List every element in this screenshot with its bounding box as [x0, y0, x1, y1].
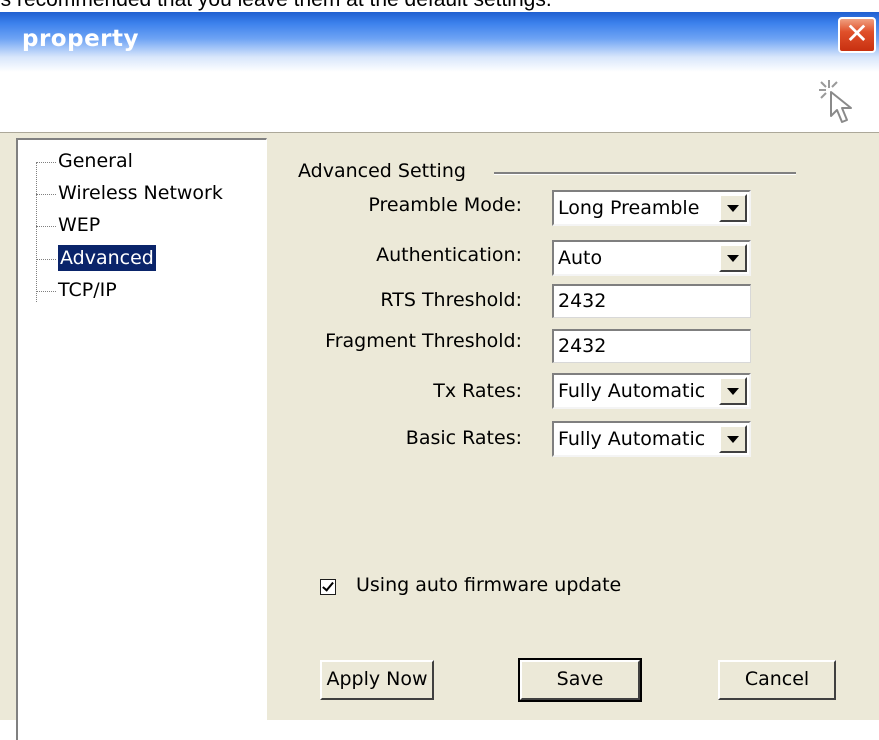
basic-rates-label: Basic Rates:: [405, 427, 522, 449]
header-banner: [0, 72, 879, 133]
tree-branch: [36, 291, 56, 292]
chevron-down-icon[interactable]: [719, 377, 747, 405]
preamble-mode-value: Long Preamble: [558, 197, 700, 219]
auto-firmware-label[interactable]: Using auto firmware update: [356, 574, 621, 596]
chevron-down-icon[interactable]: [719, 425, 747, 453]
authentication-label: Authentication:: [376, 244, 522, 266]
basic-rates-value: Fully Automatic: [558, 428, 706, 450]
property-dialog: property ✕ General Wireless Network WEP …: [0, 12, 879, 740]
page-caption: is recommended that you leave them at th…: [0, 0, 552, 12]
tree-branch: [36, 226, 56, 227]
cursor-click-icon: [819, 80, 852, 123]
close-icon: ✕: [845, 17, 869, 50]
close-button[interactable]: ✕: [838, 17, 876, 53]
tree-item-general[interactable]: General: [58, 148, 133, 174]
tree-branch: [36, 194, 56, 195]
chevron-down-icon[interactable]: [719, 194, 747, 222]
auto-firmware-checkbox[interactable]: [320, 579, 336, 595]
tree-branch: [36, 259, 56, 260]
fragment-threshold-input[interactable]: 2432: [552, 329, 751, 363]
cancel-button[interactable]: Cancel: [718, 660, 836, 700]
group-divider: [494, 172, 796, 175]
tree-item-wep[interactable]: WEP: [58, 212, 100, 238]
authentication-value: Auto: [558, 247, 603, 269]
title-bar[interactable]: property ✕: [0, 12, 879, 72]
preamble-mode-label: Preamble Mode:: [368, 194, 522, 216]
settings-tree: General Wireless Network WEP Advanced TC…: [16, 138, 267, 740]
tx-rates-label: Tx Rates:: [433, 380, 522, 402]
chevron-down-icon[interactable]: [719, 244, 747, 272]
tx-rates-value: Fully Automatic: [558, 380, 706, 402]
apply-now-button[interactable]: Apply Now: [320, 660, 434, 700]
rts-threshold-label: RTS Threshold:: [380, 289, 522, 311]
authentication-select[interactable]: Auto: [552, 240, 751, 276]
tree-connector: [36, 162, 37, 302]
window-title: property: [22, 26, 140, 52]
tree-branch: [36, 162, 56, 163]
tx-rates-select[interactable]: Fully Automatic: [552, 373, 751, 409]
preamble-mode-select[interactable]: Long Preamble: [552, 190, 751, 226]
tree-item-wireless-network[interactable]: Wireless Network: [58, 180, 223, 206]
tree-item-advanced[interactable]: Advanced: [58, 245, 156, 271]
fragment-threshold-label: Fragment Threshold:: [325, 330, 522, 352]
advanced-setting-group-label: Advanced Setting: [298, 160, 466, 182]
basic-rates-select[interactable]: Fully Automatic: [552, 421, 751, 457]
save-button[interactable]: Save: [518, 658, 642, 702]
rts-threshold-input[interactable]: 2432: [552, 284, 751, 318]
tree-item-tcp-ip[interactable]: TCP/IP: [58, 277, 117, 303]
